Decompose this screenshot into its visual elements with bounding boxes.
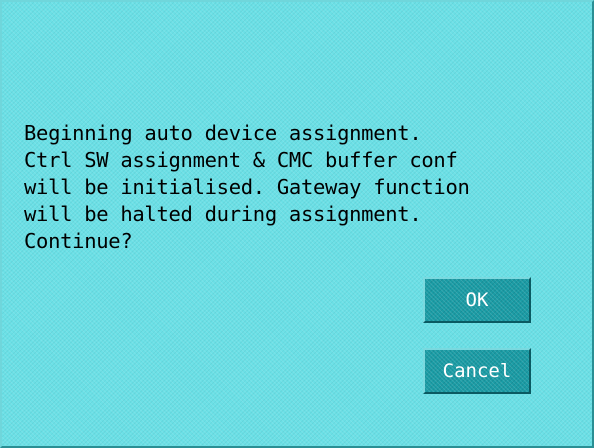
ok-button[interactable]: OK <box>423 277 531 323</box>
dialog-message: Beginning auto device assignment. Ctrl S… <box>24 120 584 255</box>
message-line-5: Continue? <box>24 229 133 253</box>
message-line-4: will be halted during assignment. <box>24 202 422 226</box>
confirmation-dialog: Beginning auto device assignment. Ctrl S… <box>0 0 594 448</box>
message-line-3: will be initialised. Gateway function <box>24 175 470 199</box>
message-line-2: Ctrl SW assignment & CMC buffer conf <box>24 148 458 172</box>
message-line-1: Beginning auto device assignment. <box>24 121 422 145</box>
cancel-button[interactable]: Cancel <box>423 348 531 394</box>
